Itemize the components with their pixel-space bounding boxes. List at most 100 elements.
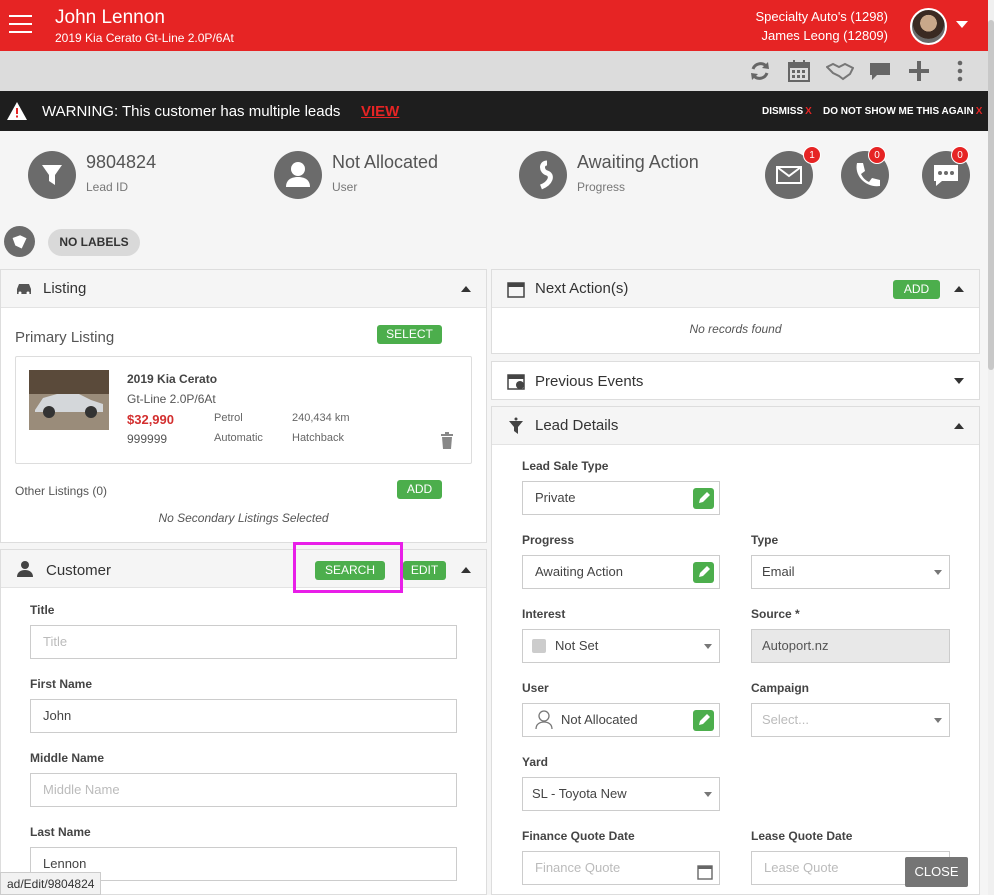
source-label: Source * (751, 607, 800, 621)
user-value: Not Allocated (332, 152, 439, 172)
finance-quote-label: Finance Quote Date (522, 829, 635, 843)
tag-icon[interactable] (4, 226, 35, 257)
hamburger-menu-icon[interactable] (9, 15, 32, 35)
calendar-icon (507, 280, 527, 298)
first-name-label: First Name (30, 677, 93, 691)
collapse-chevron-up-icon[interactable] (954, 423, 964, 429)
middle-name-input[interactable]: Middle Name (30, 773, 457, 807)
collapse-chevron-up-icon[interactable] (461, 567, 471, 573)
warning-text: WARNING: This customer has multiple lead… (42, 103, 341, 120)
person-icon (15, 560, 35, 578)
warning-triangle-icon (6, 101, 28, 124)
user-menu-chevron-down-icon[interactable] (956, 21, 968, 28)
dismiss-button[interactable]: DISMISS X (762, 106, 812, 117)
lead-funnel-icon (28, 151, 76, 199)
campaign-select[interactable]: Select... (751, 703, 950, 737)
view-leads-link[interactable]: VIEW (361, 103, 399, 120)
edit-pencil-icon[interactable] (693, 710, 714, 731)
progress-input[interactable]: Awaiting Action (522, 555, 720, 589)
action-toolbar (0, 51, 988, 91)
yard-select[interactable]: SL - Toyota New (522, 777, 720, 811)
lead-details-header[interactable]: Lead Details (492, 407, 979, 445)
expand-chevron-down-icon[interactable] (954, 378, 964, 384)
next-actions-header[interactable]: Next Action(s) ADD (492, 270, 979, 308)
yard-label: Yard (522, 755, 549, 769)
car-thumbnail (29, 370, 109, 430)
email-count-badge: 1 (803, 146, 821, 164)
add-next-action-button[interactable]: ADD (893, 280, 940, 299)
user-field-input[interactable]: Not Allocated (522, 703, 720, 737)
progress-label: Progress (577, 180, 626, 194)
listing-panel-header[interactable]: Listing (1, 270, 486, 308)
more-vertical-icon[interactable] (948, 59, 972, 83)
fuel-type: Petrol (214, 412, 243, 424)
calendar-icon[interactable] (697, 860, 713, 892)
dropdown-caret-icon (704, 644, 712, 649)
campaign-placeholder: Select... (762, 712, 809, 727)
first-name-input[interactable]: John (30, 699, 457, 733)
primary-listing-card[interactable]: 2019 Kia Cerato Gt-Line 2.0P/6At $32,990… (15, 356, 472, 464)
plus-icon[interactable] (907, 59, 931, 83)
close-button[interactable]: CLOSE (905, 857, 968, 887)
lead-details-title: Lead Details (535, 417, 619, 434)
car-price: $32,990 (127, 412, 174, 427)
yard-value: SL - Toyota New (532, 786, 627, 801)
no-records-message: No records found (689, 322, 782, 336)
primary-listing-label: Primary Listing (15, 329, 115, 346)
app-header: John Lennon 2019 Kia Cerato Gt-Line 2.0P… (0, 0, 988, 51)
lead-sale-type-input[interactable]: Private (522, 481, 720, 515)
sms-count-badge: 0 (951, 146, 969, 164)
page-scrollbar[interactable] (988, 0, 994, 895)
current-user[interactable]: James Leong (12809) (762, 28, 888, 43)
calendar-icon[interactable] (787, 59, 811, 83)
customer-panel-header[interactable]: Customer SEARCH EDIT (1, 542, 486, 593)
do-not-show-again-button[interactable]: DO NOT SHOW ME THIS AGAIN X (823, 106, 982, 117)
search-highlight-box (293, 542, 403, 593)
handshake-icon[interactable] (825, 59, 855, 83)
title-input[interactable]: Title (30, 625, 457, 659)
previous-events-title: Previous Events (535, 373, 644, 390)
previous-events-panel[interactable]: Previous Events (491, 361, 980, 400)
progress-road-icon (519, 151, 567, 199)
next-actions-panel: Next Action(s) ADD No records found (491, 269, 980, 354)
last-name-label: Last Name (30, 825, 91, 839)
status-bar-url: ad/Edit/9804824 (0, 872, 102, 895)
collapse-chevron-up-icon[interactable] (954, 286, 964, 292)
type-select[interactable]: Email (751, 555, 950, 589)
dealer-name[interactable]: Specialty Auto's (1298) (755, 9, 888, 24)
finance-quote-input[interactable]: Finance Quote (522, 851, 720, 885)
edit-pencil-icon[interactable] (693, 562, 714, 583)
edit-pencil-icon[interactable] (693, 488, 714, 509)
trash-icon[interactable] (440, 432, 454, 452)
customer-name: John Lennon (55, 7, 165, 28)
no-labels-chip[interactable]: NO LABELS (48, 229, 140, 256)
lead-sale-type-label: Lead Sale Type (522, 459, 609, 473)
dropdown-caret-icon (704, 792, 712, 797)
interest-select[interactable]: Not Set (522, 629, 720, 663)
refresh-icon[interactable] (748, 59, 772, 83)
avatar[interactable] (910, 8, 947, 45)
middle-name-label: Middle Name (30, 751, 105, 765)
listing-panel: Listing Primary Listing SELECT 2019 Kia … (0, 269, 487, 543)
collapse-chevron-up-icon[interactable] (461, 286, 471, 292)
customer-title: Customer (46, 562, 112, 579)
campaign-label: Campaign (751, 681, 810, 695)
add-listing-button[interactable]: ADD (397, 480, 442, 499)
select-listing-button[interactable]: SELECT (377, 325, 442, 344)
progress-field-value: Awaiting Action (535, 564, 623, 579)
next-actions-title: Next Action(s) (535, 280, 629, 297)
no-secondary-listings: No Secondary Listings Selected (158, 511, 329, 525)
transmission: Automatic (214, 432, 263, 444)
user-icon (274, 151, 322, 199)
lease-quote-label: Lease Quote Date (751, 829, 853, 843)
lead-id-label: Lead ID (86, 180, 129, 194)
source-input: Autoport.nz (751, 629, 950, 663)
interest-label: Interest (522, 607, 566, 621)
chat-icon[interactable] (868, 59, 892, 83)
edit-customer-button[interactable]: EDIT (403, 561, 446, 580)
car-icon (14, 280, 34, 298)
call-count-badge: 0 (868, 146, 886, 164)
car-variant: Gt-Line 2.0P/6At (127, 392, 216, 406)
user-field-label: User (522, 681, 549, 695)
progress-field-label: Progress (522, 533, 575, 547)
